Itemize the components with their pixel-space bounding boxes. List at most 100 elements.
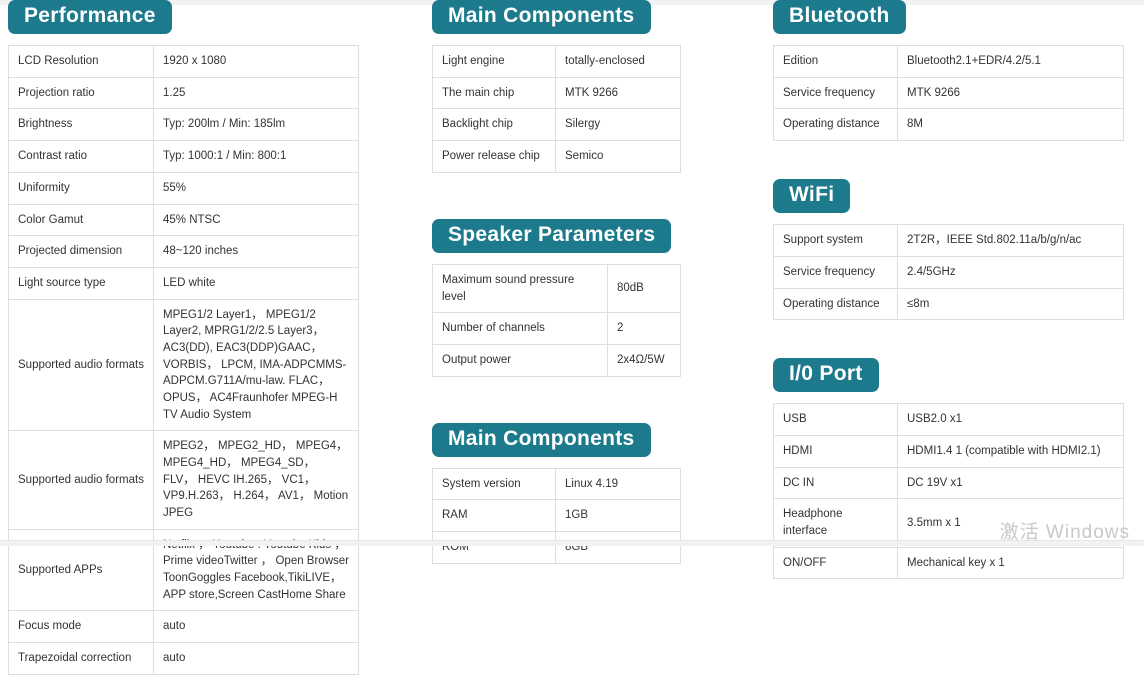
table-row: Brightness Typ: 200lm / Min: 185lm [8,108,359,142]
spec-key: Backlight chip [432,108,556,142]
spec-key: Projected dimension [8,235,154,268]
section-wifi: WiFi Support system 2T2R，IEEE Std.802.11a… [773,179,1124,321]
table-system-body: System version Linux 4.19 RAM 1GB ROM 8GB [432,467,681,564]
spec-key: Color Gamut [8,203,154,237]
spec-key: Operating distance [773,287,898,321]
spec-value: 8M [897,108,1124,142]
spec-key: Power release chip [432,140,556,173]
section-title-system: Main Components [432,422,651,457]
table-row: Backlight chip Silergy [432,108,681,142]
table-speaker-parameters: Maximum sound pressure level 80dB Number o… [432,263,681,377]
table-performance: LCD Resolution 1920 x 1080 Projection rati… [8,45,359,675]
spec-value: totally-enclosed [555,45,681,78]
table-row: Light source type LED white [8,266,359,300]
spec-key: Service frequency [773,255,898,289]
table-row: Edition Bluetooth2.1+EDR/4.2/5.1 [773,45,1124,78]
table-row: Operating distance 8M [773,108,1124,142]
table-io-port-body: USB USB2.0 x1 HDMI HDMI1.4 1 (compatible wi… [773,403,1124,580]
spec-key: Supported audio formats [8,298,154,432]
spec-value: Typ: 200lm / Min: 185lm [153,108,359,142]
spec-value: LED white [153,266,359,300]
table-row: Service frequency 2.4/5GHz [773,255,1124,289]
table-row: System version Linux 4.19 [432,467,681,501]
table-io-port: USB USB2.0 x1 HDMI HDMI1.4 1 (compatible wi… [773,403,1124,580]
spec-value: USB2.0 x1 [897,403,1124,437]
spec-key: Light source type [8,266,154,300]
spec-value: Linux 4.19 [555,467,681,501]
spec-value: 80dB [607,263,681,314]
spec-value: MTK 9266 [897,76,1124,110]
spec-value: 2x4Ω/5W [607,343,681,377]
table-main-components-body: Light engine totally-enclosed The main chi… [432,45,681,173]
table-row: Output power 2x4Ω/5W [432,343,681,377]
table-row: Uniformity 55% [8,171,359,205]
spec-value: 55% [153,171,359,205]
section-main-components: Main Components Light engine totally-encl… [432,0,681,173]
section-title-performance: Performance [8,0,172,35]
spec-key: ROM [432,531,556,564]
spec-value: Typ: 1000:1 / Min: 800:1 [153,140,359,173]
section-title-bluetooth: Bluetooth [773,0,906,35]
table-row: Number of channels 2 [432,312,681,345]
spec-value: 1.25 [153,76,359,110]
spec-value: MPEG2， MPEG2_HD， MPEG4， MPEG4_HD， MPEG4_… [153,430,359,530]
spec-value: 2T2R，IEEE Std.802.11a/b/g/n/ac [897,224,1124,257]
spec-value: auto [153,610,359,643]
table-row: LCD Resolution 1920 x 1080 [8,45,359,78]
middle-column: Main Components Light engine totally-encl… [432,0,681,564]
spec-key: LCD Resolution [8,45,154,78]
spec-key: Projection ratio [8,76,154,110]
spec-key: RAM [432,499,556,533]
table-performance-body: LCD Resolution 1920 x 1080 Projection rati… [8,45,359,675]
left-column: Performance LCD Resolution 1920 x 1080 Pro… [8,0,359,675]
spec-key: Number of channels [432,312,608,345]
spec-key: ON/OFF [773,546,898,580]
spec-value: 8GB [555,531,681,564]
spec-key: USB [773,403,898,437]
spec-key: HDMI [773,435,898,468]
spec-key: The main chip [432,76,556,110]
table-wifi-body: Support system 2T2R，IEEE Std.802.11a/b/g/… [773,224,1124,321]
spec-key: Output power [432,343,608,377]
spec-key: Supported audio formats [8,430,154,530]
table-row: Contrast ratio Typ: 1000:1 / Min: 800:1 [8,140,359,173]
section-io-port: I/0 Port USB USB2.0 x1 HDMI HDMI1.4 1 (comp… [773,358,1124,580]
spec-value: Semico [555,140,681,173]
spec-key: Service frequency [773,76,898,110]
spec-key: Trapezoidal correction [8,641,154,675]
spec-key: Contrast ratio [8,140,154,173]
section-speaker-parameters: Speaker Parameters Maximum sound pressur… [432,218,681,377]
section-title-wifi: WiFi [773,179,851,214]
table-row: HDMI HDMI1.4 1 (compatible with HDMI2.1) [773,435,1124,468]
spec-key: Light engine [432,45,556,78]
table-row: Projection ratio 1.25 [8,76,359,110]
spec-value: ≤8m [897,287,1124,321]
section-performance: Performance LCD Resolution 1920 x 1080 Pro… [8,0,359,675]
section-title-io-port: I/0 Port [773,358,879,393]
section-bluetooth: Bluetooth Edition Bluetooth2.1+EDR/4.2/5.… [773,0,1124,142]
spec-value: Silergy [555,108,681,142]
table-row: Trapezoidal correction auto [8,641,359,675]
spec-key: Edition [773,45,898,78]
table-row: Supported audio formats MPEG2， MPEG2_HD， … [8,430,359,530]
table-row: DC IN DC 19V x1 [773,466,1124,500]
table-speaker-parameters-body: Maximum sound pressure level 80dB Number o… [432,263,681,377]
spec-value: Mechanical key x 1 [897,546,1124,580]
table-bluetooth: Edition Bluetooth2.1+EDR/4.2/5.1 Service f… [773,45,1124,142]
table-main-components: Light engine totally-enclosed The main chi… [432,45,681,173]
spec-value: 2 [607,312,681,345]
table-system: System version Linux 4.19 RAM 1GB ROM 8GB [432,467,681,564]
table-row: ON/OFF Mechanical key x 1 [773,546,1124,580]
spec-value: 1GB [555,499,681,533]
spec-key: DC IN [773,466,898,500]
table-row: Color Gamut 45% NTSC [8,203,359,237]
table-row: Support system 2T2R，IEEE Std.802.11a/b/g/… [773,224,1124,257]
spec-key: Brightness [8,108,154,142]
spec-key: Maximum sound pressure level [432,263,608,314]
table-row: Power release chip Semico [432,140,681,173]
spec-value: DC 19V x1 [897,466,1124,500]
spec-value: 2.4/5GHz [897,255,1124,289]
spec-value: 1920 x 1080 [153,45,359,78]
table-row: Operating distance ≤8m [773,287,1124,321]
table-row: ROM 8GB [432,531,681,564]
